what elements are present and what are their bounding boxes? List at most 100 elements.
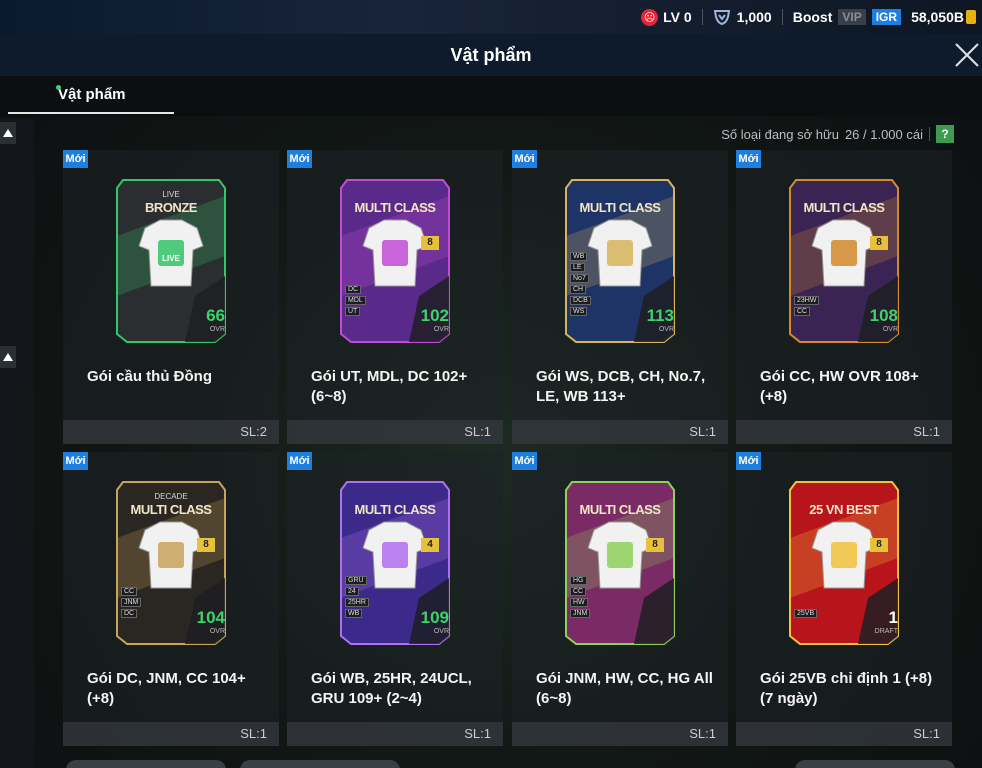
card-title: MULTI CLASS: [354, 200, 436, 215]
currency-icon: [966, 10, 976, 24]
item-card[interactable]: Mới MULTI CLASS 102 OVR 8 DC MDL UT Gói UT, MDL,…: [287, 150, 503, 444]
ovr-label: OVR: [209, 326, 225, 333]
card-title: MULTI CLASS: [579, 502, 661, 517]
position-tag: UT: [345, 307, 361, 316]
divider: [701, 9, 703, 25]
tab-label: Vật phẩm: [58, 85, 126, 103]
help-button[interactable]: ?: [936, 125, 954, 143]
owned-count: Số loại đang sở hữu 26 / 1.000 cái ?: [721, 125, 954, 143]
position-tag: DC: [345, 285, 362, 294]
owned-value: 26 / 1.000 cái: [844, 126, 923, 142]
ovr-label: OVR: [882, 326, 898, 333]
item-name: Gói WB, 25HR, 24UCL, GRU 109+ (2~4): [311, 670, 472, 707]
position-tag: CC: [570, 587, 587, 596]
item-card[interactable]: Mới MULTI CLASS 8 HG CC HW JNM Gói JNM, HW, CC,…: [512, 452, 728, 746]
ovr-value: 109: [420, 608, 449, 627]
item-card[interactable]: Mới MULTI CLASS 113 OVR WB LE No7 CH DCB WS Gói WS…: [512, 150, 728, 444]
new-dot-icon: [56, 85, 61, 90]
item-name: Gói DC, JNM, CC 104+ (+8): [87, 670, 246, 707]
item-card[interactable]: Mới MULTI CLASS 108 OVR 8 23HW CC Gói CC, HW OV…: [736, 150, 952, 444]
position-tag: WB: [570, 252, 588, 261]
tab-bar: Vật phẩm: [0, 76, 982, 116]
bottom-button-1[interactable]: [66, 760, 226, 768]
bottom-button-2[interactable]: [240, 760, 400, 768]
card-subtitle: LIVE: [162, 190, 180, 199]
item-card[interactable]: Mới DECADE MULTI CLASS 104 OVR 8 CC JNM DC Gói DC…: [63, 452, 279, 746]
level-badge: 8: [870, 538, 888, 552]
tab-items[interactable]: Vật phẩm: [8, 76, 174, 114]
balance-indicator: 58,050B: [911, 9, 976, 25]
item-card[interactable]: Mới MULTI CLASS 109 OVR 4 GRU 24 25HR WB Gói WB, …: [287, 452, 503, 746]
shield-coin-icon: [713, 10, 730, 26]
position-tag: DC: [121, 609, 138, 618]
left-sidebar: [0, 118, 34, 768]
position-tag: No7: [570, 274, 589, 283]
position-tag: 24: [345, 587, 359, 596]
collapse-up-button-2[interactable]: [0, 346, 16, 368]
item-quantity: SL:1: [512, 722, 728, 746]
level-badge: 8: [197, 538, 215, 552]
level-text: LV 0: [663, 9, 692, 25]
item-name: Gói JNM, HW, CC, HG All (6~8): [536, 670, 713, 707]
item-quantity: SL:1: [287, 420, 503, 444]
position-tag: 25VB: [794, 609, 818, 618]
ovr-value: 108: [869, 306, 898, 325]
item-quantity: SL:1: [736, 420, 952, 444]
card-title: MULTI CLASS: [130, 502, 212, 517]
ovr-label: OVR: [433, 326, 449, 333]
triangle-up-icon: [3, 353, 13, 361]
position-tag: LE: [570, 263, 585, 272]
item-quantity: SL:1: [287, 722, 503, 746]
position-tag: CC: [794, 307, 811, 316]
position-tag: WS: [570, 307, 588, 316]
owned-label: Số loại đang sở hữu: [721, 126, 839, 142]
item-card[interactable]: Mới 25 VN BEST 1 DRAFT 8 25VB Gói 25VB chỉ địn…: [736, 452, 952, 746]
position-tag: CH: [570, 285, 587, 294]
card-title: MULTI CLASS: [354, 502, 436, 517]
new-badge: Mới: [287, 452, 312, 470]
position-tag: HG: [570, 576, 587, 585]
ovr-value: 66: [206, 306, 225, 325]
boost-indicator: Boost VIP IGR: [793, 9, 902, 25]
position-tag: JNM: [121, 598, 142, 607]
divider: [781, 9, 783, 25]
item-name: Gói 25VB chỉ định 1 (+8) (7 ngày): [760, 670, 933, 707]
bottom-button-3[interactable]: [795, 760, 955, 768]
ovr-value: 1: [888, 608, 898, 627]
position-tag: DCB: [570, 296, 591, 305]
level-indicator: ☹ LV 0: [641, 8, 692, 26]
close-icon[interactable]: [948, 38, 982, 72]
item-quantity: SL:2: [63, 420, 279, 444]
new-badge: Mới: [63, 150, 88, 168]
vip-badge: VIP: [838, 9, 866, 25]
collapse-up-button[interactable]: [0, 122, 16, 144]
card-title: 25 VN BEST: [809, 502, 879, 517]
position-tag: HW: [570, 598, 588, 607]
window-title-bar: Vật phẩm: [0, 34, 982, 76]
igr-badge: IGR: [871, 9, 902, 25]
ovr-value: 113: [646, 306, 674, 325]
ovr-value: 102: [420, 306, 449, 325]
item-name: Gói CC, HW OVR 108+ (+8): [760, 368, 919, 405]
item-quantity: SL:1: [63, 722, 279, 746]
ovr-label: OVR: [209, 628, 225, 635]
item-name: Gói UT, MDL, DC 102+ (6~8): [311, 368, 468, 405]
coin-indicator: 1,000: [713, 8, 772, 26]
item-card[interactable]: Mới LIVE BRONZE 66 OVR LIVE Gói cầu thủ Đồng SL…: [63, 150, 279, 444]
position-tag: WB: [345, 609, 363, 618]
new-badge: Mới: [63, 452, 88, 470]
item-quantity: SL:1: [512, 420, 728, 444]
coin-count: 1,000: [736, 9, 772, 25]
ovr-value: 104: [196, 608, 225, 627]
new-badge: Mới: [512, 452, 537, 470]
item-name: Gói WS, DCB, CH, No.7, LE, WB 113+: [536, 368, 706, 405]
level-face-icon: ☹: [641, 8, 659, 26]
item-quantity: SL:1: [736, 722, 952, 746]
new-badge: Mới: [287, 150, 312, 168]
position-tag: CC: [121, 587, 138, 596]
position-tag: MDL: [345, 296, 366, 305]
window-title: Vật phẩm: [450, 44, 532, 65]
card-title: MULTI CLASS: [579, 200, 661, 215]
balance-value: 58,050B: [911, 9, 964, 25]
level-badge: 4: [421, 538, 439, 552]
